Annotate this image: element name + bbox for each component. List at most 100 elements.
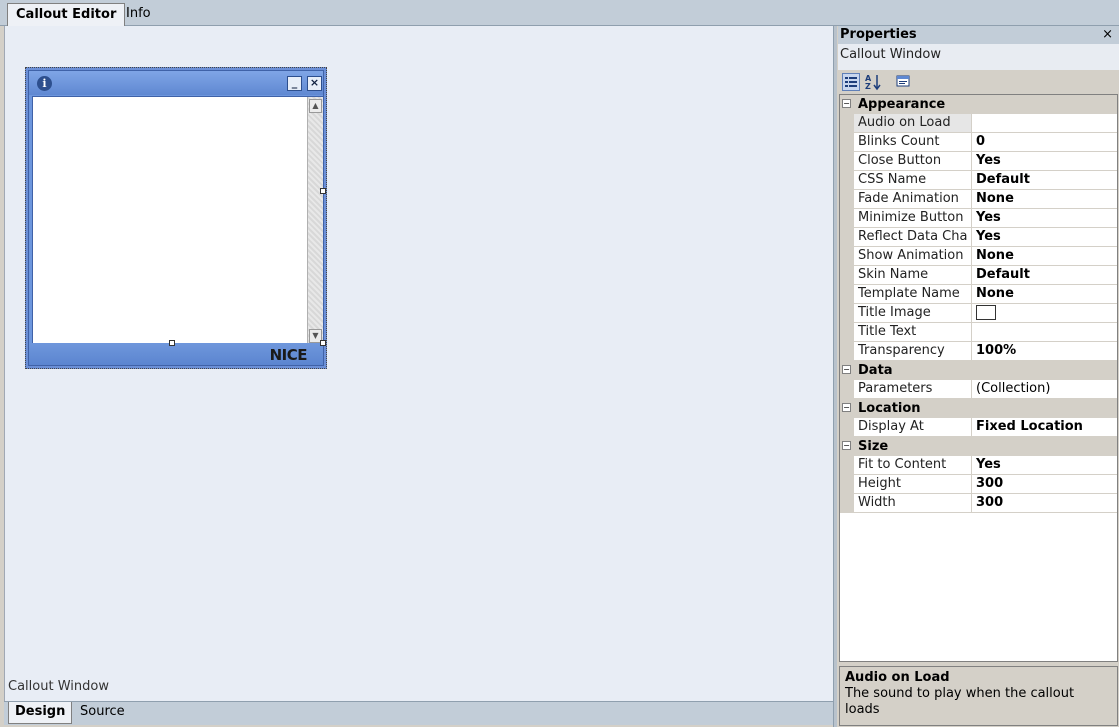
resize-handle-bottom[interactable] bbox=[169, 340, 175, 346]
category-data[interactable]: − Data bbox=[840, 361, 1117, 380]
property-name[interactable]: Title Text bbox=[854, 323, 972, 341]
properties-header: Properties × bbox=[838, 26, 1119, 44]
property-name[interactable]: Transparency bbox=[854, 342, 972, 360]
property-row[interactable]: Reflect Data Cha Yes bbox=[840, 228, 1117, 247]
property-row[interactable]: Blinks Count 0 bbox=[840, 133, 1117, 152]
property-row[interactable]: Skin Name Default bbox=[840, 266, 1117, 285]
property-value[interactable]: None bbox=[973, 285, 1117, 303]
info-icon: i bbox=[37, 76, 52, 91]
property-name[interactable]: Blinks Count bbox=[854, 133, 972, 151]
resize-handle-right[interactable] bbox=[320, 188, 326, 194]
category-label: Size bbox=[858, 439, 889, 454]
property-value[interactable]: 100% bbox=[973, 342, 1117, 360]
property-value[interactable] bbox=[973, 114, 1117, 132]
properties-panel: Properties × Callout Window AZ − Appearan… bbox=[838, 26, 1119, 727]
property-value[interactable]: Default bbox=[973, 266, 1117, 284]
property-pages-icon[interactable] bbox=[894, 73, 912, 91]
row-gutter bbox=[840, 133, 854, 152]
property-name[interactable]: Fade Animation bbox=[854, 190, 972, 208]
callout-scrollbar[interactable]: ▲ ▼ bbox=[307, 97, 323, 345]
category-location[interactable]: − Location bbox=[840, 399, 1117, 418]
collapse-icon[interactable]: − bbox=[842, 365, 851, 374]
tab-design[interactable]: Design bbox=[8, 702, 73, 724]
property-name[interactable]: Title Image bbox=[854, 304, 972, 322]
collapse-icon[interactable]: − bbox=[842, 403, 851, 412]
category-label: Appearance bbox=[858, 97, 946, 112]
row-gutter bbox=[840, 247, 854, 266]
design-surface[interactable]: i _ × ▲ ▼ NICE bbox=[4, 26, 833, 701]
callout-title-bar: i _ × bbox=[29, 71, 323, 95]
callout-window-frame: i _ × ▲ ▼ NICE bbox=[28, 70, 324, 366]
property-name[interactable]: Display At bbox=[854, 418, 972, 436]
property-row[interactable]: Template Name None bbox=[840, 285, 1117, 304]
property-name[interactable]: Parameters bbox=[854, 380, 972, 398]
property-name[interactable]: Reflect Data Cha bbox=[854, 228, 972, 246]
category-size[interactable]: − Size bbox=[840, 437, 1117, 456]
property-value[interactable] bbox=[973, 304, 1117, 322]
callout-window-preview[interactable]: i _ × ▲ ▼ NICE bbox=[25, 67, 327, 369]
bottom-tab-strip: Design Source bbox=[4, 701, 833, 725]
property-row[interactable]: Minimize Button Yes bbox=[840, 209, 1117, 228]
property-row[interactable]: Audio on Load bbox=[840, 114, 1117, 133]
property-value[interactable]: Yes bbox=[973, 152, 1117, 170]
panel-splitter[interactable] bbox=[833, 26, 837, 727]
property-name[interactable]: Close Button bbox=[854, 152, 972, 170]
property-value[interactable]: 0 bbox=[973, 133, 1117, 151]
property-value[interactable]: 300 bbox=[973, 494, 1117, 512]
property-row[interactable]: Fade Animation None bbox=[840, 190, 1117, 209]
minimize-icon[interactable]: _ bbox=[287, 76, 302, 91]
tab-source[interactable]: Source bbox=[74, 702, 131, 724]
tab-info[interactable]: Info bbox=[118, 3, 159, 26]
row-gutter bbox=[840, 285, 854, 304]
properties-toolbar: AZ bbox=[838, 70, 1119, 94]
property-name[interactable]: Height bbox=[854, 475, 972, 493]
property-value[interactable]: None bbox=[973, 190, 1117, 208]
property-name[interactable]: Fit to Content bbox=[854, 456, 972, 474]
property-row[interactable]: Display At Fixed Location bbox=[840, 418, 1117, 437]
callout-footer-bar: NICE bbox=[29, 343, 323, 365]
property-row[interactable]: Show Animation None bbox=[840, 247, 1117, 266]
resize-handle-corner[interactable] bbox=[320, 340, 326, 346]
categorized-icon[interactable] bbox=[842, 73, 860, 91]
close-icon[interactable]: × bbox=[307, 76, 322, 91]
collapse-icon[interactable]: − bbox=[842, 441, 851, 450]
category-label: Data bbox=[858, 363, 893, 378]
close-panel-icon[interactable]: × bbox=[1102, 26, 1113, 43]
scroll-up-icon[interactable]: ▲ bbox=[309, 99, 322, 113]
property-row[interactable]: Title Image bbox=[840, 304, 1117, 323]
property-value[interactable]: None bbox=[973, 247, 1117, 265]
row-gutter bbox=[840, 228, 854, 247]
image-swatch-icon[interactable] bbox=[976, 305, 996, 320]
property-row[interactable]: Height 300 bbox=[840, 475, 1117, 494]
tab-callout-editor[interactable]: Callout Editor bbox=[7, 3, 126, 26]
property-value[interactable]: Yes bbox=[973, 209, 1117, 227]
property-name[interactable]: Minimize Button bbox=[854, 209, 972, 227]
alphabetical-icon[interactable]: AZ bbox=[864, 73, 882, 91]
svg-text:Z: Z bbox=[865, 82, 871, 91]
property-name[interactable]: Template Name bbox=[854, 285, 972, 303]
property-row[interactable]: Fit to Content Yes bbox=[840, 456, 1117, 475]
property-name[interactable]: CSS Name bbox=[854, 171, 972, 189]
property-value[interactable] bbox=[973, 323, 1117, 341]
selected-object-label[interactable]: Callout Window bbox=[838, 44, 1119, 70]
property-value[interactable]: 300 bbox=[973, 475, 1117, 493]
property-name[interactable]: Show Animation bbox=[854, 247, 972, 265]
property-value[interactable]: Yes bbox=[973, 228, 1117, 246]
property-row[interactable]: Transparency 100% bbox=[840, 342, 1117, 361]
property-name[interactable]: Audio on Load bbox=[854, 114, 972, 132]
property-row[interactable]: Parameters (Collection) bbox=[840, 380, 1117, 399]
property-name[interactable]: Skin Name bbox=[854, 266, 972, 284]
property-value[interactable]: Yes bbox=[973, 456, 1117, 474]
collapse-icon[interactable]: − bbox=[842, 99, 851, 108]
property-value[interactable]: Default bbox=[973, 171, 1117, 189]
property-value[interactable]: Fixed Location bbox=[973, 418, 1117, 436]
property-row[interactable]: Close Button Yes bbox=[840, 152, 1117, 171]
row-gutter bbox=[840, 475, 854, 494]
property-row[interactable]: Width 300 bbox=[840, 494, 1117, 513]
property-row[interactable]: Title Text bbox=[840, 323, 1117, 342]
property-value[interactable]: (Collection) bbox=[973, 380, 1117, 398]
description-text: The sound to play when the callout loads bbox=[845, 686, 1075, 717]
property-row[interactable]: CSS Name Default bbox=[840, 171, 1117, 190]
category-appearance[interactable]: − Appearance bbox=[840, 95, 1117, 114]
property-name[interactable]: Width bbox=[854, 494, 972, 512]
